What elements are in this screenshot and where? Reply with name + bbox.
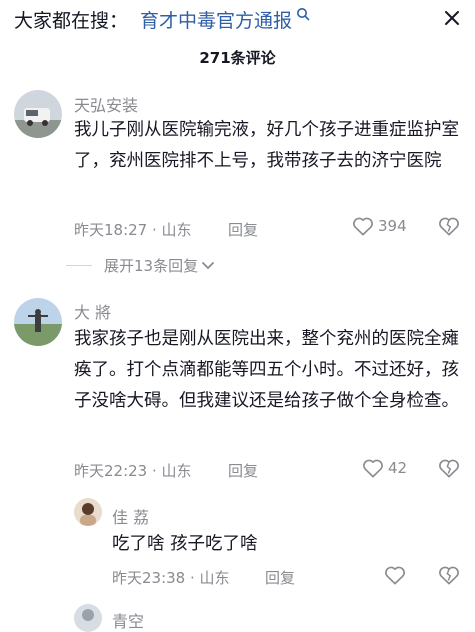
reply-button[interactable]: 回复 xyxy=(228,460,258,481)
expand-replies-label: 展开13条回复 xyxy=(104,257,199,275)
expand-replies-button[interactable]: 展开13条回复 xyxy=(66,255,215,276)
reply-button[interactable]: 回复 xyxy=(265,567,295,588)
comment-text: 我家孩子也是刚从医院出来，整个兖州的医院全瘫痪了。打个点滴都能等四五个小时。不过… xyxy=(74,329,459,411)
heart-icon[interactable] xyxy=(384,565,406,585)
reply-text: 吃了啥 孩子吃了啥 xyxy=(112,534,258,554)
chevron-down-icon xyxy=(202,261,214,269)
reply-meta: 昨天23:38 · 山东 xyxy=(112,569,230,587)
close-icon[interactable] xyxy=(444,10,460,26)
reply-time: 昨天23:38 xyxy=(112,569,186,587)
broken-heart-icon[interactable] xyxy=(438,565,460,585)
search-icon[interactable] xyxy=(296,7,310,21)
reply-button[interactable]: 回复 xyxy=(228,219,258,240)
avatar[interactable] xyxy=(14,298,62,346)
reply-username[interactable]: 佳 荔 xyxy=(112,504,149,528)
comment-location: 山东 xyxy=(161,221,192,239)
reply-location: 山东 xyxy=(199,569,230,587)
broken-heart-icon[interactable] xyxy=(438,458,460,478)
comments-count: 271条评论 xyxy=(199,49,276,67)
comment-time: 昨天22:23 xyxy=(74,462,148,480)
comment-location: 山东 xyxy=(161,462,192,480)
comment-username[interactable]: 天弘安装 xyxy=(74,92,138,116)
like-count: 394 xyxy=(378,217,407,235)
search-prefix: 大家都在搜： xyxy=(14,10,129,32)
like-button[interactable]: 42 xyxy=(362,458,407,478)
comment-time: 昨天18:27 xyxy=(74,221,148,239)
search-query-link[interactable]: 育才中毒官方通报 xyxy=(140,6,292,33)
avatar[interactable] xyxy=(14,90,62,138)
comment-username[interactable]: 大 將 xyxy=(74,299,111,323)
comment-meta: 昨天22:23 · 山东 xyxy=(74,462,192,480)
like-count: 42 xyxy=(388,459,408,477)
divider-line xyxy=(66,265,92,266)
search-bar[interactable]: 大家都在搜： 育才中毒官方通报 xyxy=(0,0,475,40)
heart-icon xyxy=(363,459,383,478)
like-button[interactable]: 394 xyxy=(352,216,407,236)
reply-username[interactable]: 青空 xyxy=(112,608,144,632)
comment-text: 我儿子刚从医院输完液，好几个孩子进重症监护室了，兖州医院排不上号，我带孩子去的济… xyxy=(74,120,459,171)
avatar[interactable] xyxy=(74,498,102,526)
comment-meta: 昨天18:27 · 山东 xyxy=(74,221,192,239)
heart-icon xyxy=(353,217,373,236)
broken-heart-icon[interactable] xyxy=(438,216,460,236)
